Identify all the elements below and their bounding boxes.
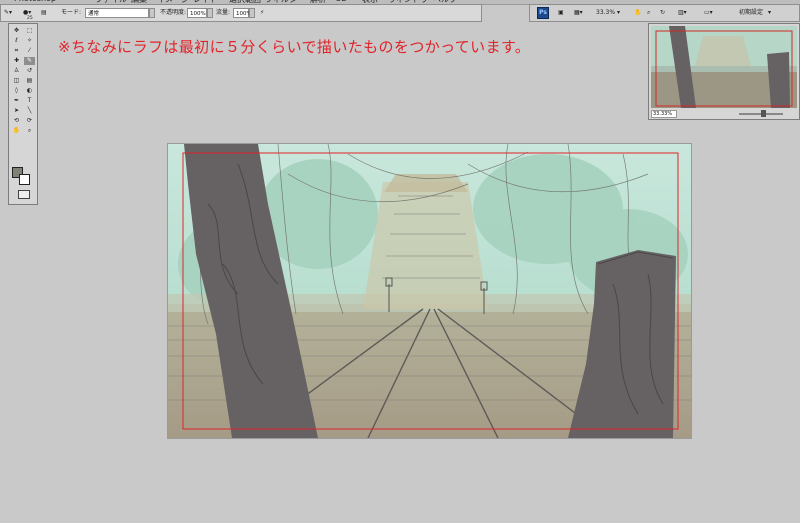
- 3d-camera-tool-icon[interactable]: ⟳: [24, 117, 35, 125]
- view-extras-icon[interactable]: ▦▾: [574, 7, 583, 19]
- history-brush-tool-icon[interactable]: ↺: [24, 67, 35, 75]
- zoom-level-select[interactable]: 33.3%: [596, 7, 615, 19]
- opacity-label: 不透明度:: [160, 9, 187, 16]
- eyedropper-tool-icon[interactable]: ⁄: [24, 47, 35, 55]
- quick-mask-icon[interactable]: [18, 190, 30, 199]
- launch-bridge-icon[interactable]: ▣: [558, 7, 564, 19]
- navigator-zoom-field[interactable]: 33.33%: [651, 110, 677, 118]
- marquee-tool-icon[interactable]: ⬚: [24, 27, 35, 35]
- magic-wand-tool-icon[interactable]: ✧: [24, 37, 35, 45]
- mode-select[interactable]: 通常: [85, 8, 149, 18]
- flow-arrow[interactable]: [249, 8, 255, 18]
- arrange-documents-icon[interactable]: ▥▾: [678, 7, 687, 19]
- photoshop-app-icon: Ps: [537, 7, 549, 19]
- hand-tool-icon[interactable]: ✋: [11, 127, 22, 135]
- workspace-arrow[interactable]: ▾: [768, 7, 771, 19]
- dodge-tool-icon[interactable]: ◐: [24, 87, 35, 95]
- zoom-tool-icon[interactable]: ⌕: [24, 127, 35, 135]
- brush-tool-icon[interactable]: ✎: [24, 57, 35, 65]
- background-color-swatch[interactable]: [19, 174, 30, 185]
- blur-tool-icon[interactable]: ◊: [11, 87, 22, 95]
- navigator-thumbnail[interactable]: [651, 26, 797, 108]
- zoom-tool-icon[interactable]: ⌕: [647, 7, 650, 19]
- crop-tool-icon[interactable]: ⌗: [11, 47, 22, 55]
- path-selection-tool-icon[interactable]: ➤: [11, 107, 22, 115]
- opacity-arrow[interactable]: [207, 8, 213, 18]
- options-bar: ✎▾ ●▾ 25 ▤ モード: 通常 不透明度: 100% 流量: 100% ⚡: [0, 4, 482, 22]
- rotate-view-icon[interactable]: ↻: [660, 7, 665, 19]
- mode-label: モード:: [61, 9, 82, 16]
- menu-item-8[interactable]: 3D: [336, 0, 347, 3]
- 3d-rotate-tool-icon[interactable]: ⟲: [11, 117, 22, 125]
- gradient-tool-icon[interactable]: ▤: [24, 77, 35, 85]
- document-canvas[interactable]: [168, 144, 691, 438]
- eraser-tool-icon[interactable]: ◫: [11, 77, 22, 85]
- pen-tool-icon[interactable]: ✒: [11, 97, 22, 105]
- flow-field[interactable]: 100%: [233, 8, 252, 18]
- application-bar: Ps ▣ ▦▾ 33.3% ▾ ✋ ⌕ ↻ ▥▾ ▭▾ 初期設定 ▾: [529, 4, 800, 22]
- tools-panel: ✥ ⬚ ℓ ✧ ⌗ ⁄ ✚ ✎ ♙ ↺ ◫ ▤ ◊ ◐ ✒ T ➤ ╲ ⟲ ⟳ …: [8, 23, 38, 205]
- navigator-zoom-slider-knob[interactable]: [761, 110, 766, 117]
- flow-label: 流量:: [216, 9, 231, 16]
- hand-tool-icon[interactable]: ✋: [634, 7, 641, 19]
- healing-brush-tool-icon[interactable]: ✚: [11, 57, 22, 65]
- menu-item-0[interactable]: Photoshop: [14, 0, 56, 3]
- screen-mode-icon[interactable]: ▭▾: [704, 7, 713, 19]
- mode-select-arrow[interactable]: [149, 8, 155, 18]
- lasso-tool-icon[interactable]: ℓ: [11, 37, 22, 45]
- workspace-switcher[interactable]: 初期設定: [739, 7, 763, 19]
- airbrush-icon[interactable]: ⚡: [260, 7, 264, 19]
- annotation-text: ※ちなみにラフは最初に５分くらいで描いたものをつかっています。: [58, 38, 531, 56]
- sketch-artwork: [168, 144, 691, 438]
- shape-tool-icon[interactable]: ╲: [24, 107, 35, 115]
- move-tool-icon[interactable]: ✥: [11, 27, 22, 35]
- clone-stamp-tool-icon[interactable]: ♙: [11, 67, 22, 75]
- type-tool-icon[interactable]: T: [24, 97, 35, 105]
- zoom-level-arrow[interactable]: ▾: [617, 7, 620, 19]
- navigator-panel: 33.33%: [648, 23, 800, 120]
- opacity-field[interactable]: 100%: [187, 8, 207, 18]
- toggle-brush-panel-icon[interactable]: ▤: [41, 7, 47, 19]
- brush-tool-preset-icon[interactable]: ✎▾: [4, 7, 12, 19]
